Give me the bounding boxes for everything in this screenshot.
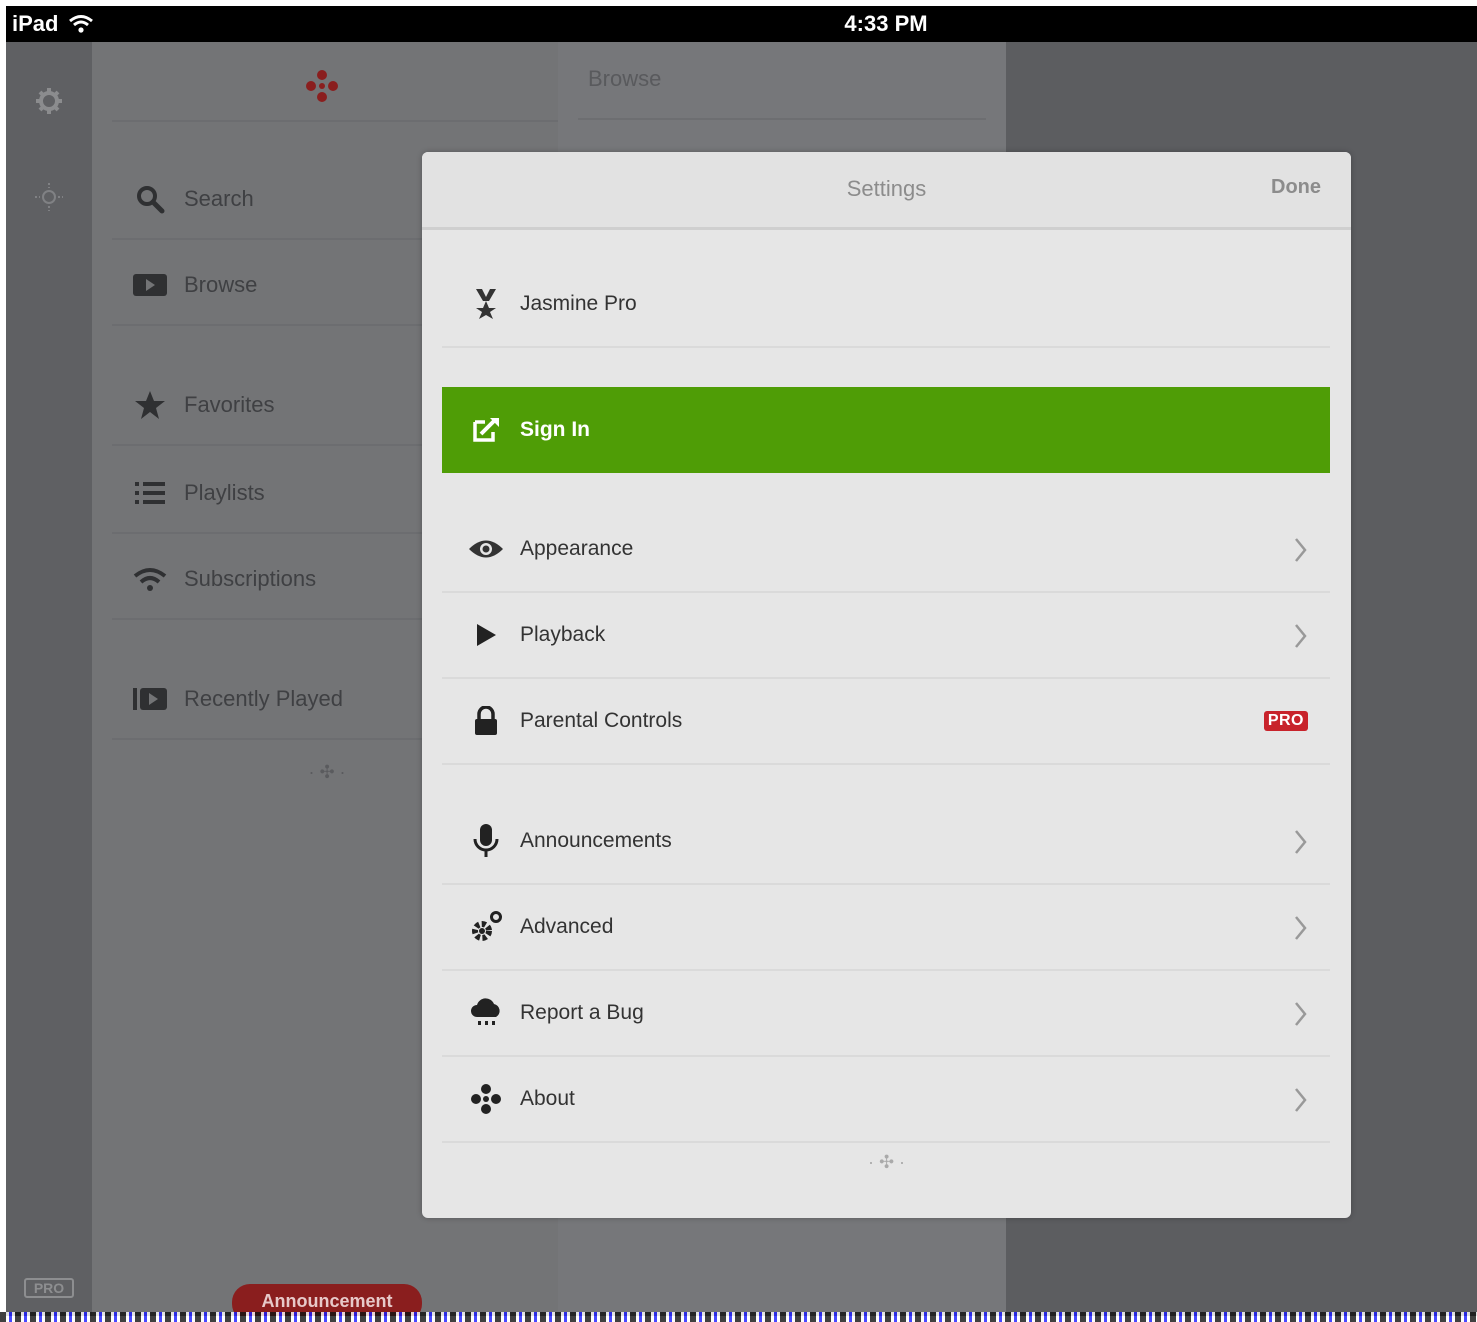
sidebar-item-label: Browse: [184, 272, 258, 297]
sidebar-item-search[interactable]: Search: [132, 174, 254, 224]
row-label: Parental Controls: [520, 709, 683, 732]
chevron-right-icon: [1295, 830, 1307, 854]
row-label: Report a Bug: [520, 1001, 644, 1024]
sidebar-item-favorites[interactable]: Favorites: [132, 380, 274, 430]
left-rail: PRO: [6, 42, 92, 1316]
settings-row-report-bug[interactable]: Report a Bug: [442, 971, 1330, 1057]
app-logo-icon: [306, 70, 338, 102]
row-label: Advanced: [520, 915, 614, 938]
done-button[interactable]: Done: [1271, 176, 1321, 199]
row-label: Playback: [520, 623, 606, 646]
chevron-right-icon: [1295, 1002, 1307, 1026]
settings-row-about[interactable]: About: [442, 1057, 1330, 1143]
sidebar-item-label: Search: [184, 186, 254, 211]
sidebar-item-browse[interactable]: Browse: [132, 260, 257, 310]
sign-in-icon: [464, 408, 508, 452]
separator: [112, 120, 558, 122]
settings-modal: Settings Done Jasmine Pro Sign In Appear…: [422, 152, 1351, 1218]
recent-icon: [132, 681, 168, 717]
settings-row-announcements[interactable]: Announcements: [442, 799, 1330, 885]
sidebar-item-label: Favorites: [184, 392, 275, 417]
image-artifact-strip: [0, 1312, 1477, 1322]
settings-row-jasmine-pro[interactable]: Jasmine Pro: [442, 262, 1330, 348]
logo-icon: [464, 1077, 508, 1121]
pro-badge[interactable]: PRO: [24, 1278, 74, 1298]
gears-icon: [464, 905, 508, 949]
settings-row-parental-controls[interactable]: Parental Controls PRO: [442, 679, 1330, 765]
browse-icon: [132, 267, 168, 303]
sidebar-item-playlists[interactable]: Playlists: [132, 468, 265, 518]
award-icon: [464, 282, 508, 326]
brightness-icon[interactable]: [34, 182, 64, 212]
row-label: Announcements: [520, 829, 672, 852]
chevron-right-icon: [1295, 1088, 1307, 1112]
chevron-right-icon: [1295, 624, 1307, 648]
list-icon: [132, 475, 168, 511]
lock-icon: [464, 699, 508, 743]
sidebar-item-recently-played[interactable]: Recently Played: [132, 674, 343, 724]
gear-icon[interactable]: [34, 86, 64, 116]
clock: 4:33 PM: [844, 11, 928, 36]
row-label: Sign In: [520, 418, 590, 441]
status-bar: iPad 4:33 PM: [6, 6, 1477, 42]
modal-title: Settings: [846, 176, 927, 201]
row-label: About: [520, 1087, 575, 1110]
pro-badge: PRO: [1263, 711, 1308, 731]
sidebar-item-label: Subscriptions: [184, 566, 317, 591]
eye-icon: [464, 527, 508, 571]
search-icon: [132, 181, 168, 217]
row-label: Jasmine Pro: [520, 292, 637, 315]
browse-title: Browse: [588, 66, 662, 91]
chevron-right-icon: [1295, 916, 1307, 940]
settings-row-advanced[interactable]: Advanced: [442, 885, 1330, 971]
star-icon: [132, 387, 168, 423]
play-icon: [464, 613, 508, 657]
microphone-icon: [464, 819, 508, 863]
divider-ornament: · ✣ ·: [867, 1152, 906, 1172]
modal-header: Settings Done: [422, 152, 1351, 230]
chevron-right-icon: [1295, 538, 1307, 562]
sidebar-item-subscriptions[interactable]: Subscriptions: [132, 554, 316, 604]
row-label: Appearance: [520, 537, 634, 560]
divider-ornament: · ✣ ·: [308, 762, 346, 782]
ipad-screen: iPad 4:33 PM PRO Search Browse Favorites…: [6, 6, 1477, 1316]
settings-row-playback[interactable]: Playback: [442, 593, 1330, 679]
separator: [578, 118, 986, 120]
sidebar-item-label: Playlists: [184, 480, 265, 505]
wifi-icon: [132, 561, 168, 597]
sidebar-item-label: Recently Played: [184, 686, 343, 711]
settings-row-appearance[interactable]: Appearance: [442, 507, 1330, 593]
sign-in-button[interactable]: Sign In: [442, 387, 1330, 473]
bug-cloud-icon: [464, 991, 508, 1035]
